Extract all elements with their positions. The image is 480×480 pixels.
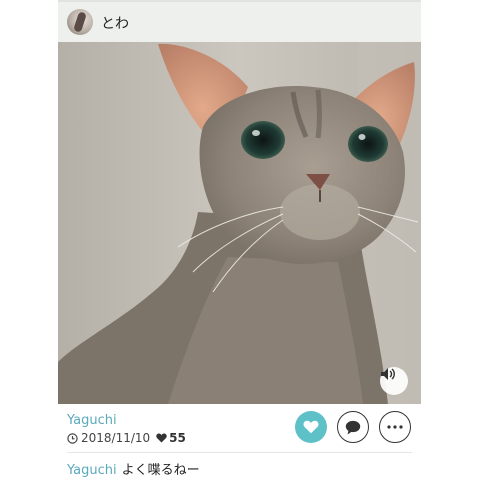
post-photo[interactable] bbox=[58, 42, 421, 404]
post-date: 2018/11/10 bbox=[81, 431, 151, 445]
speech-bubble-icon bbox=[345, 420, 361, 434]
post-meta: 2018/11/10 55 bbox=[67, 431, 186, 445]
post-author-link[interactable]: Yaguchi bbox=[67, 413, 117, 428]
like-button[interactable] bbox=[295, 411, 327, 443]
comment-text: よく喋るねー bbox=[121, 463, 200, 478]
avatar[interactable] bbox=[67, 9, 93, 35]
comment-item: Yaguchi よく喋るねー bbox=[67, 459, 200, 478]
post-card: とわ Yaguchi 2018/11/10 55 Yaguchi よく喋るねー bbox=[58, 0, 421, 480]
divider bbox=[67, 452, 412, 453]
comment-button[interactable] bbox=[337, 411, 369, 443]
cat-photo-image bbox=[58, 42, 421, 404]
sound-toggle-button[interactable] bbox=[380, 367, 408, 395]
header-username[interactable]: とわ bbox=[101, 13, 129, 33]
post-header: とわ bbox=[58, 0, 421, 42]
more-dots-icon bbox=[387, 425, 403, 429]
speaker-icon bbox=[381, 368, 395, 380]
like-count: 55 bbox=[169, 431, 186, 445]
clock-icon bbox=[67, 432, 78, 444]
comment-author-link[interactable]: Yaguchi bbox=[67, 463, 117, 478]
heart-small-icon bbox=[156, 433, 167, 443]
heart-icon bbox=[303, 420, 319, 434]
more-options-button[interactable] bbox=[379, 411, 411, 443]
